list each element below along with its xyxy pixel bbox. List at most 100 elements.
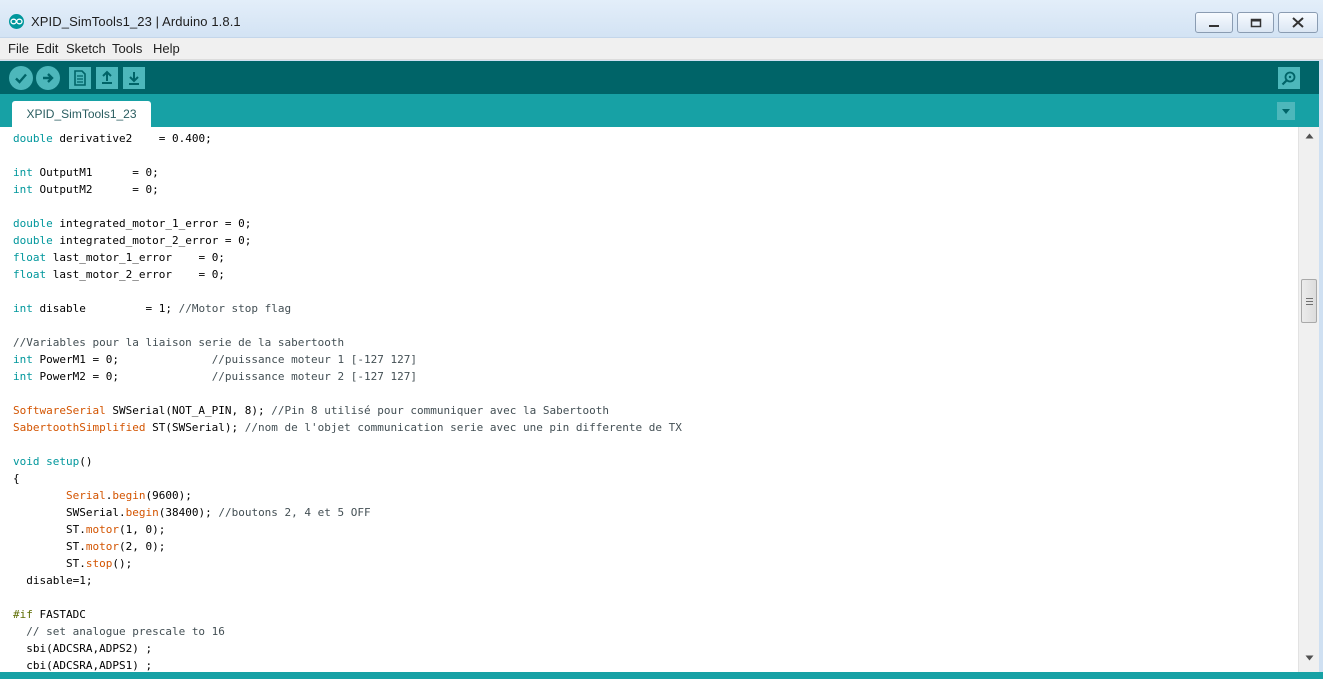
- code-line: float last_motor_2_error = 0;: [13, 266, 682, 283]
- minimize-button[interactable]: [1195, 12, 1233, 33]
- code-token: setup: [46, 455, 80, 468]
- code-line: SabertoothSimplified ST(SWSerial); //nom…: [13, 419, 682, 436]
- code-token: disable = 1;: [32, 302, 179, 315]
- code-token: void: [13, 455, 40, 468]
- code-line: int OutputM1 = 0;: [13, 164, 682, 181]
- code-token: integrated_motor_2_error = 0;: [52, 234, 252, 247]
- code-token: double: [13, 132, 53, 145]
- verify-icon: [15, 73, 27, 84]
- code-token: ST.: [13, 540, 86, 553]
- toolbar: [0, 61, 1323, 94]
- tab-sketch[interactable]: XPID_SimTools1_23: [12, 101, 151, 127]
- code-line: float last_motor_1_error = 0;: [13, 249, 682, 266]
- code-token: int: [13, 183, 33, 196]
- code-token: int: [13, 166, 33, 179]
- code-token: OutputM1 = 0;: [32, 166, 159, 179]
- code-token: (2, 0);: [118, 540, 166, 553]
- code-token: {: [13, 472, 20, 485]
- maximize-icon: [1250, 18, 1261, 27]
- code-line: ST.motor(1, 0);: [13, 521, 682, 538]
- code-line: double derivative2 = 0.400;: [13, 130, 682, 147]
- code-line: // set analogue prescale to 16: [13, 623, 682, 640]
- code-token: PowerM2 = 0;: [32, 370, 212, 383]
- scrollbar-thumb[interactable]: [1301, 279, 1317, 323]
- code-token: //boutons 2, 4 et 5 OFF: [218, 506, 371, 519]
- code-line: double integrated_motor_2_error = 0;: [13, 232, 682, 249]
- arduino-logo-icon: [9, 14, 24, 29]
- menu-sketch[interactable]: Sketch: [66, 41, 106, 56]
- code-line: #if FASTADC: [13, 606, 682, 623]
- code-editor[interactable]: double derivative2 = 0.400; int OutputM1 …: [0, 127, 1298, 672]
- new-button[interactable]: [69, 67, 91, 89]
- code-token: PowerM1 = 0;: [32, 353, 212, 366]
- title-bar: XPID_SimTools1_23 | Arduino 1.8.1: [0, 0, 1323, 38]
- menu-file[interactable]: File: [8, 41, 29, 56]
- save-button[interactable]: [123, 67, 145, 89]
- code-line: int PowerM2 = 0; //puissance moteur 2 [-…: [13, 368, 682, 385]
- code-line: //Variables pour la liaison serie de la …: [13, 334, 682, 351]
- code-token: OutputM2 = 0;: [32, 183, 159, 196]
- maximize-button[interactable]: [1237, 12, 1274, 33]
- open-button[interactable]: [96, 67, 118, 89]
- code-token: // set analogue prescale to 16: [26, 625, 225, 638]
- serial-monitor-button[interactable]: [1278, 67, 1300, 89]
- open-icon: [102, 70, 112, 84]
- minimize-icon: [1209, 24, 1219, 27]
- code-token: #if: [13, 608, 33, 621]
- code-token: last_motor_1_error = 0;: [46, 251, 225, 264]
- code-token: float: [13, 268, 47, 281]
- code-token: int: [13, 302, 33, 315]
- code-text: double derivative2 = 0.400; int OutputM1 …: [13, 130, 682, 672]
- code-line: SWSerial.begin(38400); //boutons 2, 4 et…: [13, 504, 682, 521]
- scroll-up-arrow-icon[interactable]: [1305, 133, 1314, 139]
- code-token: //Variables pour la liaison serie de la …: [13, 336, 345, 349]
- code-token: SoftwareSerial: [13, 404, 106, 417]
- upload-icon: [43, 73, 54, 83]
- code-line: void setup(): [13, 453, 682, 470]
- code-token: //Motor stop flag: [178, 302, 292, 315]
- new-icon: [74, 70, 86, 86]
- save-icon: [129, 72, 139, 85]
- code-token: Serial: [65, 489, 106, 502]
- code-token: //Pin 8 utilisé pour communiquer avec la…: [271, 404, 610, 417]
- code-line: int PowerM1 = 0; //puissance moteur 1 [-…: [13, 351, 682, 368]
- status-bar: [0, 672, 1323, 679]
- code-token: SWSerial.: [13, 506, 126, 519]
- menu-tools[interactable]: Tools: [112, 41, 142, 56]
- code-line: Serial.begin(9600);: [13, 487, 682, 504]
- code-token: //puissance moteur 2 [-127 127]: [211, 370, 417, 383]
- menu-edit[interactable]: Edit: [36, 41, 58, 56]
- code-token: int: [13, 353, 33, 366]
- tab-menu-button[interactable]: [1277, 102, 1295, 120]
- code-token: sbi(ADCSRA,ADPS2) ;: [13, 642, 153, 655]
- code-token: motor: [85, 540, 119, 553]
- upload-button[interactable]: [36, 66, 60, 90]
- code-token: begin: [125, 506, 159, 519]
- serial-monitor-icon: [1281, 71, 1296, 86]
- close-button[interactable]: [1278, 12, 1318, 33]
- code-token: cbi(ADCSRA,ADPS1) ;: [13, 659, 153, 672]
- menu-help[interactable]: Help: [153, 41, 180, 56]
- verify-button[interactable]: [9, 66, 33, 90]
- window-title: XPID_SimTools1_23 | Arduino 1.8.1: [31, 14, 241, 29]
- code-token: motor: [85, 523, 119, 536]
- code-token: (1, 0);: [118, 523, 166, 536]
- code-line: int disable = 1; //Motor stop flag: [13, 300, 682, 317]
- code-token: int: [13, 370, 33, 383]
- scroll-down-arrow-icon[interactable]: [1305, 655, 1314, 661]
- vertical-scrollbar[interactable]: [1298, 127, 1319, 672]
- code-token: last_motor_2_error = 0;: [46, 268, 225, 281]
- code-token: ();: [112, 557, 133, 570]
- code-token: SWSerial(NOT_A_PIN, 8);: [105, 404, 272, 417]
- code-token: (): [79, 455, 93, 468]
- code-token: ST.: [13, 557, 86, 570]
- code-token: integrated_motor_1_error = 0;: [52, 217, 252, 230]
- code-line: SoftwareSerial SWSerial(NOT_A_PIN, 8); /…: [13, 402, 682, 419]
